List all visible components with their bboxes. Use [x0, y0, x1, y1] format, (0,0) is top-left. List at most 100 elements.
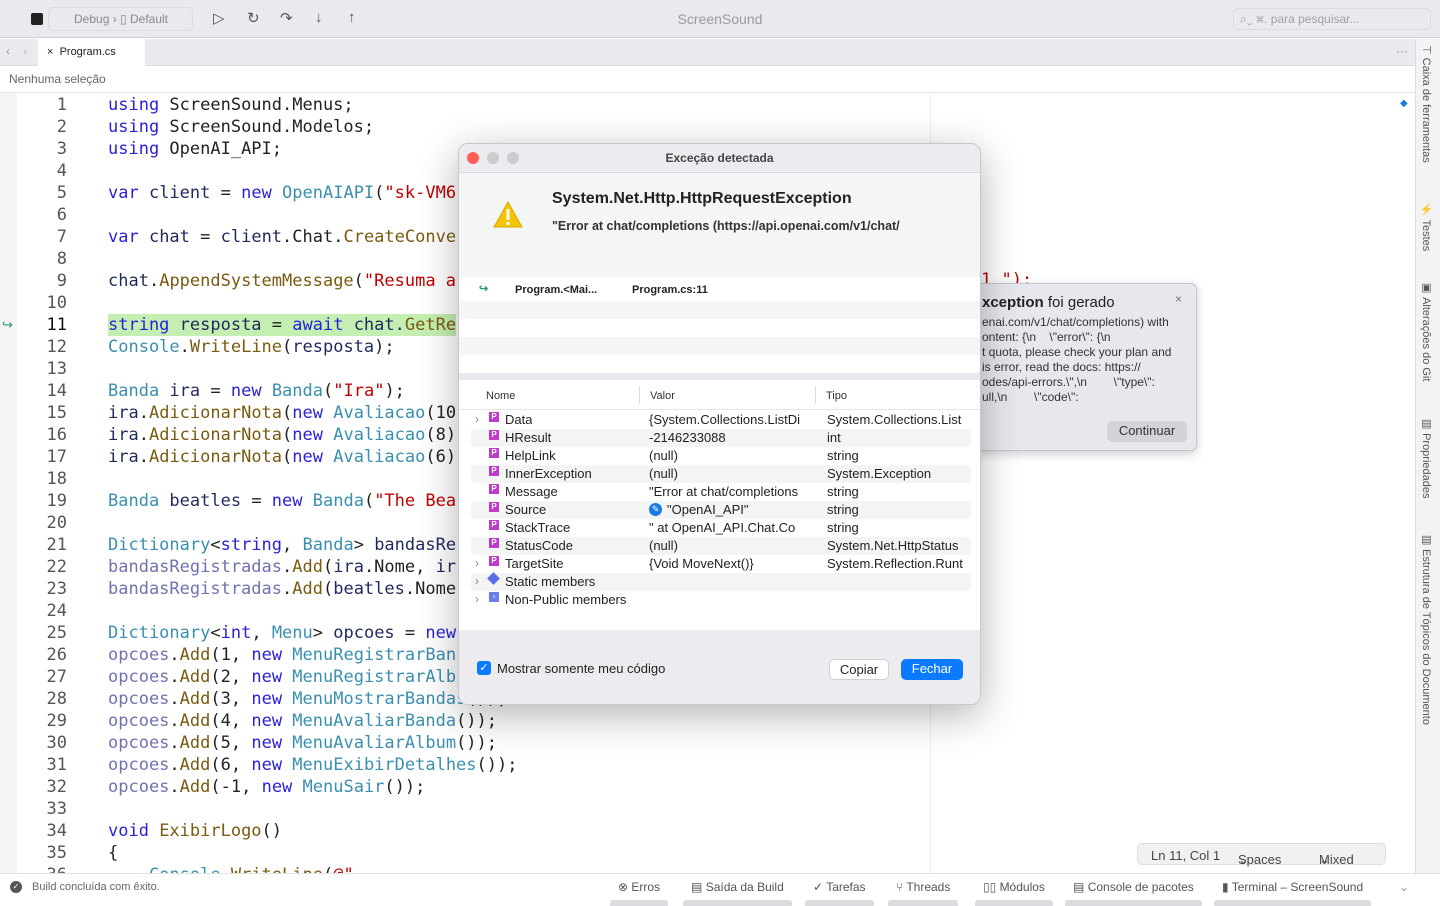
close-button[interactable]: Fechar [901, 659, 963, 680]
line-number[interactable]: 23 [17, 578, 67, 600]
sidebar-properties[interactable]: ▤ Propriedades [1420, 417, 1433, 499]
line-number[interactable]: 19 [17, 490, 67, 512]
grid-row[interactable]: P InnerException (null) System.Exception [471, 465, 971, 483]
line-number[interactable]: 30 [17, 732, 67, 754]
line-number[interactable]: 11 [17, 314, 67, 336]
code-line[interactable]: bandasRegistradas.Add(beatles.Nome [108, 578, 456, 600]
sidebar-tests[interactable]: ⚡ Testes [1420, 203, 1433, 251]
grid-row[interactable]: P StatusCode (null) System.Net.HttpStatus [471, 537, 971, 555]
code-line[interactable]: bandasRegistradas.Add(ira.Nome, ir [108, 556, 456, 578]
edit-icon[interactable]: ✎ [649, 503, 662, 516]
grid-row[interactable]: › ▫ Non-Public members [471, 591, 971, 609]
code-line[interactable]: Banda beatles = new Banda("The Bea [108, 490, 456, 512]
code-line[interactable]: Dictionary<int, Menu> opcoes = new [108, 622, 456, 644]
line-number[interactable]: 4 [17, 160, 67, 182]
code-line[interactable]: opcoes.Add(3, new MenuMostrarBandas()); [108, 688, 507, 710]
column-name[interactable]: Nome [486, 390, 515, 402]
panel-tab[interactable]: ⊗ Erros [609, 880, 669, 906]
tab-program-cs[interactable]: × Program.cs [38, 39, 145, 66]
code-line[interactable]: var client = new OpenAIAPI("sk-VM6 [108, 182, 456, 204]
line-number[interactable]: 17 [17, 446, 67, 468]
line-number[interactable]: 34 [17, 820, 67, 842]
line-number[interactable]: 27 [17, 666, 67, 688]
code-line[interactable]: Dictionary<string, Banda> bandasRe [108, 534, 456, 556]
code-line[interactable]: using ScreenSound.Modelos; [108, 116, 374, 138]
continue-button[interactable]: Continuar [1107, 421, 1187, 442]
line-number[interactable]: 26 [17, 644, 67, 666]
code-line[interactable]: ira.AdicionarNota(new Avaliacao(8) [108, 424, 456, 446]
line-number[interactable]: 1 [17, 94, 67, 116]
code-line[interactable]: var chat = client.Chat.CreateConve [108, 226, 456, 248]
minimize-window-button[interactable] [487, 152, 499, 164]
line-number[interactable]: 35 [17, 842, 67, 864]
panel-tab[interactable]: ▯▯ Módulos [975, 880, 1053, 906]
code-line[interactable]: { [108, 842, 118, 864]
code-line[interactable]: ira.AdicionarNota(new Avaliacao(6) [108, 446, 456, 468]
stack-frame[interactable]: ↪ Program.<Mai... Program.cs:11 [459, 277, 980, 301]
zoom-window-button[interactable] [507, 152, 519, 164]
line-number[interactable]: 9 [17, 270, 67, 292]
code-line[interactable]: opcoes.Add(6, new MenuExibirDetalhes()); [108, 754, 517, 776]
code-line[interactable]: opcoes.Add(4, new MenuAvaliarBanda()); [108, 710, 497, 732]
cursor-position[interactable]: Ln 11, Col 1 [1151, 848, 1220, 863]
grid-row[interactable]: › P Data {System.Collections.ListDi System.C… [471, 411, 971, 429]
line-number[interactable]: 6 [17, 204, 67, 226]
line-number[interactable]: 20 [17, 512, 67, 534]
grid-row[interactable]: › P TargetSite {Void MoveNext()} System.Refl… [471, 555, 971, 573]
column-value[interactable]: Valor [639, 386, 675, 404]
forward-icon[interactable]: › [23, 44, 27, 58]
column-type[interactable]: Tipo [815, 386, 847, 404]
code-line[interactable]: void ExibirLogo() [108, 820, 282, 842]
more-icon[interactable]: ··· [1396, 44, 1408, 58]
line-number[interactable]: 24 [17, 600, 67, 622]
breadcrumb[interactable]: Nenhuma seleção [0, 66, 1415, 93]
line-number[interactable]: 10 [17, 292, 67, 314]
line-number[interactable]: 31 [17, 754, 67, 776]
grid-row[interactable]: P HResult -2146233088 int [471, 429, 971, 447]
line-number[interactable]: 14 [17, 380, 67, 402]
chevron-down-icon[interactable]: ⌄ [1399, 880, 1409, 894]
code-line[interactable]: string resposta = await chat.GetRe [108, 314, 457, 336]
line-number[interactable]: 2 [17, 116, 67, 138]
line-number[interactable]: 32 [17, 776, 67, 798]
code-line[interactable]: ira.AdicionarNota(new Avaliacao(10 [108, 402, 456, 424]
back-icon[interactable]: ‹ [6, 44, 10, 58]
code-line[interactable]: opcoes.Add(2, new MenuRegistrarAlb [108, 666, 456, 688]
panel-tab[interactable]: ▤ Console de pacotes [1065, 880, 1202, 906]
line-number[interactable]: 16 [17, 424, 67, 446]
close-window-button[interactable] [467, 152, 479, 164]
splitter[interactable] [459, 373, 980, 380]
line-number[interactable]: 5 [17, 182, 67, 204]
expand-chevron-icon[interactable]: › [475, 592, 479, 606]
code-line[interactable]: opcoes.Add(-1, new MenuSair()); [108, 776, 425, 798]
line-number[interactable]: 8 [17, 248, 67, 270]
panel-tab[interactable]: ⑂ Threads [887, 880, 959, 906]
grid-row[interactable]: P HelpLink (null) string [471, 447, 971, 465]
expand-chevron-icon[interactable]: › [475, 412, 479, 426]
panel-tab[interactable]: ✓ Tarefas [805, 880, 874, 906]
panel-tab[interactable]: ▮ Terminal – ScreenSound [1213, 880, 1372, 906]
line-number[interactable]: 25 [17, 622, 67, 644]
grid-row[interactable]: P StackTrace " at OpenAI_API.Chat.Co string [471, 519, 971, 537]
line-number[interactable]: 21 [17, 534, 67, 556]
grid-row[interactable]: P Source ✎ "OpenAI_API" string [471, 501, 971, 519]
grid-row[interactable]: › Static members [471, 572, 971, 591]
close-icon[interactable]: × [1175, 292, 1182, 306]
panel-tab[interactable]: ▤ Saída da Build [683, 880, 792, 906]
line-number[interactable]: 7 [17, 226, 67, 248]
expand-chevron-icon[interactable]: › [475, 556, 479, 570]
line-number[interactable]: 28 [17, 688, 67, 710]
code-line[interactable]: Banda ira = new Banda("Ira"); [108, 380, 405, 402]
code-line[interactable]: using OpenAI_API; [108, 138, 282, 160]
code-line[interactable]: using ScreenSound.Menus; [108, 94, 354, 116]
line-number[interactable]: 33 [17, 798, 67, 820]
code-line[interactable]: Console.WriteLine(resposta); [108, 336, 395, 358]
show-my-code-checkbox[interactable]: ✓ [477, 661, 491, 675]
sidebar-toolbox[interactable]: ⊤ Caixa de ferramentas [1420, 45, 1433, 163]
code-line[interactable]: opcoes.Add(5, new MenuAvaliarAlbum()); [108, 732, 497, 754]
expand-chevron-icon[interactable]: › [475, 574, 479, 588]
close-tab-icon[interactable]: × [47, 46, 53, 58]
code-line[interactable]: opcoes.Add(1, new MenuRegistrarBan [108, 644, 456, 666]
sidebar-document-outline[interactable]: ▤ Estrutura de Tópicos do Documento [1420, 533, 1433, 725]
line-number[interactable]: 15 [17, 402, 67, 424]
